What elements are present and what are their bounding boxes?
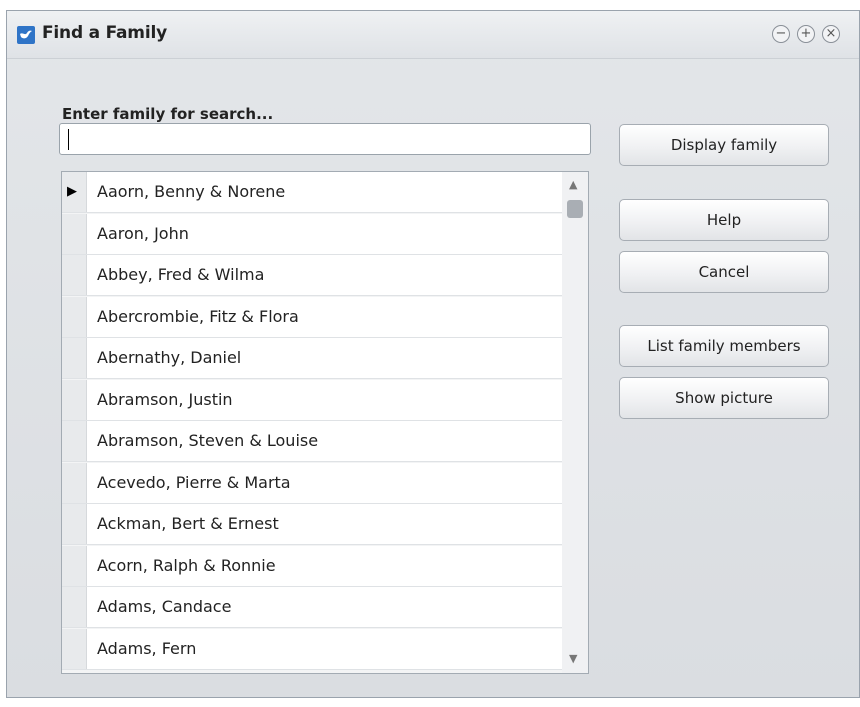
row-header[interactable]: [62, 379, 87, 420]
row-header[interactable]: ▶: [62, 172, 87, 212]
search-label: Enter family for search...: [62, 105, 274, 123]
list-item[interactable]: Acorn, Ralph & Ronnie: [62, 545, 562, 587]
row-header[interactable]: [62, 255, 87, 295]
dialog-content: Enter family for search... Adams, Fern Ad…: [7, 58, 859, 697]
text-cursor: [68, 129, 69, 150]
family-name-cell[interactable]: Abercrombie, Fitz & Flora: [87, 296, 562, 337]
row-header[interactable]: [62, 504, 87, 544]
list-item[interactable]: Abbey, Fred & Wilma: [62, 255, 562, 296]
list-item[interactable]: Ackman, Bert & Ernest: [62, 504, 562, 545]
family-name-cell[interactable]: Acevedo, Pierre & Marta: [87, 462, 562, 503]
minimize-icon[interactable]: −: [772, 25, 790, 43]
family-name-cell[interactable]: Abbey, Fred & Wilma: [87, 255, 562, 295]
row-header[interactable]: [62, 213, 87, 254]
display-family-button[interactable]: Display family: [619, 124, 829, 166]
window-title: Find a Family: [42, 23, 167, 43]
family-list[interactable]: Adams, Fern Adams, Candace Acorn, Ralph & …: [61, 171, 589, 674]
list-item[interactable]: Adams, Candace: [62, 587, 562, 628]
search-input[interactable]: [59, 123, 591, 155]
list-item[interactable]: Abramson, Justin: [62, 379, 562, 421]
cancel-button[interactable]: Cancel: [619, 251, 829, 293]
close-icon[interactable]: ×: [822, 25, 840, 43]
scroll-thumb[interactable]: [567, 200, 583, 218]
current-row-arrow-icon: ▶: [67, 184, 77, 199]
family-name-cell[interactable]: Abramson, Justin: [87, 379, 562, 420]
family-name-cell[interactable]: Acorn, Ralph & Ronnie: [87, 545, 562, 586]
row-header[interactable]: [62, 587, 87, 627]
list-item[interactable]: Abercrombie, Fitz & Flora: [62, 296, 562, 338]
scroll-down-icon[interactable]: ▼: [569, 652, 577, 665]
find-family-dialog: Find a Family − + × Enter family for sea…: [6, 10, 860, 698]
title-bar[interactable]: Find a Family − + ×: [7, 11, 859, 58]
list-scrollbar[interactable]: ▲ ▼: [562, 172, 588, 673]
family-name-cell[interactable]: Abernathy, Daniel: [87, 338, 562, 378]
family-name-cell[interactable]: Abramson, Steven & Louise: [87, 421, 562, 461]
row-header[interactable]: [62, 338, 87, 378]
help-button[interactable]: Help: [619, 199, 829, 241]
family-name-cell[interactable]: Aaorn, Benny & Norene: [87, 172, 562, 212]
row-header[interactable]: [62, 421, 87, 461]
row-header[interactable]: [62, 462, 87, 503]
row-header[interactable]: [62, 296, 87, 337]
family-name-cell[interactable]: Adams, Candace: [87, 587, 562, 627]
maximize-icon[interactable]: +: [797, 25, 815, 43]
app-bird-icon: [17, 26, 35, 44]
scroll-up-icon[interactable]: ▲: [569, 178, 577, 191]
family-name-cell[interactable]: Adams, Fern: [87, 628, 562, 669]
list-item[interactable]: Abramson, Steven & Louise: [62, 421, 562, 462]
list-item[interactable]: Abernathy, Daniel: [62, 338, 562, 379]
family-name-cell[interactable]: Ackman, Bert & Ernest: [87, 504, 562, 544]
row-header[interactable]: [62, 545, 87, 586]
list-item[interactable]: ▶ Aaorn, Benny & Norene: [62, 172, 562, 213]
family-name-cell[interactable]: Aaron, John: [87, 213, 562, 254]
list-item[interactable]: Adams, Fern: [62, 628, 562, 670]
list-family-members-button[interactable]: List family members: [619, 325, 829, 367]
show-picture-button[interactable]: Show picture: [619, 377, 829, 419]
list-item[interactable]: Acevedo, Pierre & Marta: [62, 462, 562, 504]
row-header[interactable]: [62, 628, 87, 669]
list-item[interactable]: Aaron, John: [62, 213, 562, 255]
